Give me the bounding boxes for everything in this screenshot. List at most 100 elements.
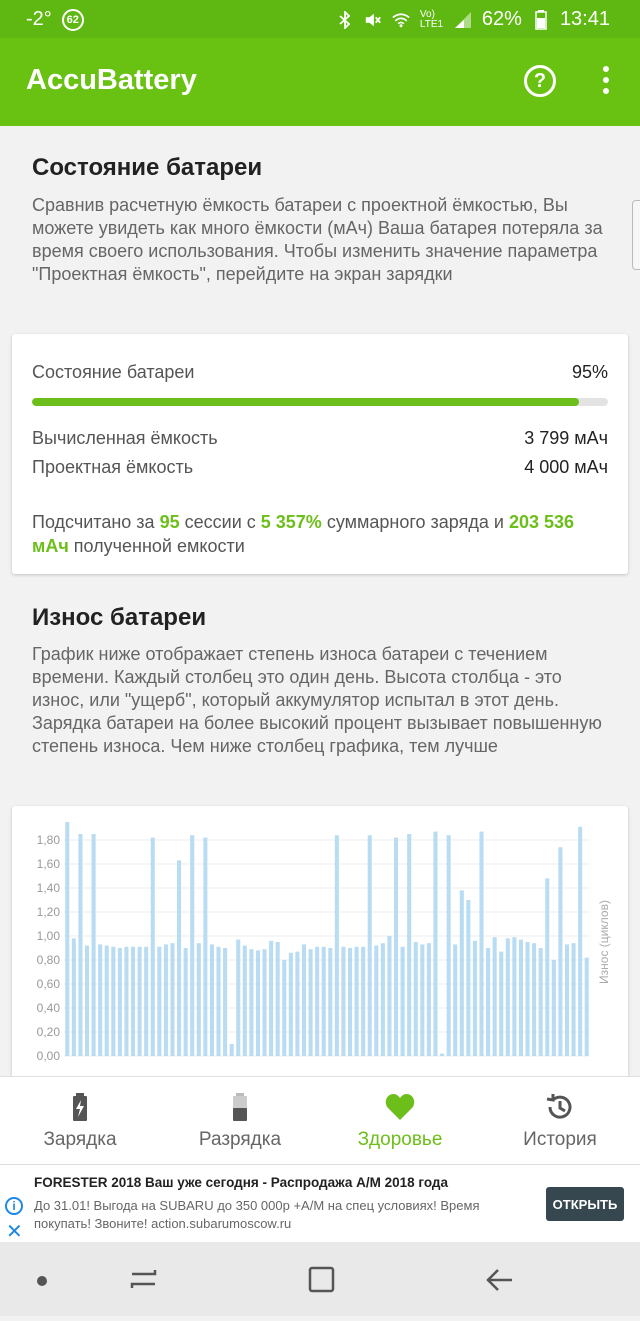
chart-bar [571,943,576,1056]
chart-y-tick-label: 0,00 [37,1049,61,1063]
bottom-navigation: Зарядка Разрядка Здоровье История [0,1076,640,1164]
health-progress-fill [32,398,580,406]
chart-bar [223,948,228,1056]
chart-bar [269,940,274,1056]
chart-bar [216,946,221,1056]
chart-bar [413,942,418,1056]
chart-bar [499,951,504,1056]
summary-mid1: сессии с [184,512,256,532]
chart-y-tick-label: 1,60 [37,857,61,871]
chart-bar [453,944,458,1056]
chart-bar [203,837,208,1056]
chart-bar [131,946,136,1056]
chart-bar [459,890,464,1056]
summary-mid2: суммарного заряда и [326,512,504,532]
chart-y-tick-label: 0,80 [37,953,61,967]
chart-bar [170,943,175,1056]
app-title: AccuBattery [26,64,197,96]
dot-icon[interactable] [37,1276,47,1286]
chart-bar [380,943,385,1056]
chart-y-tick-label: 0,20 [37,1025,61,1039]
chart-y-tick-label: 1,20 [37,905,61,919]
chart-bar [71,938,76,1056]
chart-bar [84,945,90,1056]
help-circle-icon[interactable]: ? [524,65,556,97]
wear-chart-card: 0,00 0,20 0,40 0,60 0,80 1,00 1,20 1,40 1,60 1,80… [12,806,628,1076]
chart-bar [341,946,346,1056]
chart-bar [492,937,497,1056]
wifi-icon [392,11,410,29]
ad-title[interactable]: FORESTER 2018 Ваш уже сегодня - Распрода… [34,1175,448,1190]
nav-health[interactable]: Здоровье [320,1077,480,1164]
chart-bar [144,946,149,1056]
nav-charging[interactable]: Зарядка [0,1077,160,1164]
ad-banner[interactable]: i ✕ FORESTER 2018 Ваш уже сегодня - Расп… [0,1164,640,1244]
chart-bar [558,847,563,1056]
chart-bar [433,831,438,1056]
battery-status-icon [532,9,550,30]
chart-bar [78,834,83,1056]
chart-bar [525,942,530,1056]
nav-history-label: История [523,1129,597,1150]
chart-bar [315,946,320,1056]
chart-bar [98,944,103,1056]
chart-bar [394,837,399,1056]
health-label: Состояние батареи [32,362,195,382]
chart-bar [124,946,129,1056]
info-icon[interactable]: i [5,1197,23,1215]
chart-bar [367,835,372,1056]
chart-bar [308,949,313,1056]
sessions-count: 95 [159,512,180,532]
chart-bar [137,946,142,1056]
heart-icon [385,1094,415,1120]
chart-bar [512,937,517,1056]
close-icon[interactable]: ✕ [6,1219,23,1244]
battery-icon [233,1093,247,1121]
chart-bar [578,826,583,1056]
chart-bar [183,948,188,1056]
estimated-capacity-label: Вычисленная ёмкость [32,428,218,448]
chart-bar [190,835,195,1056]
chart-y-axis-label: Износ (циклов) [597,900,611,984]
bluetooth-icon [336,10,354,29]
home-icon[interactable] [308,1266,335,1293]
health-card: Состояние батареи 95% Вычисленная ёмкост… [12,334,628,574]
wear-section-description: График ниже отображает степень износа ба… [32,644,602,756]
nav-history[interactable]: История [480,1077,640,1164]
wear-chart: 0,00 0,20 0,40 0,60 0,80 1,00 1,20 1,40 1,60 1,80… [37,822,611,1063]
chart-bar [387,936,392,1056]
chart-bar [374,945,379,1056]
nav-health-label: Здоровье [357,1129,443,1150]
chart-bar [486,948,491,1056]
chart-bar [426,943,431,1056]
back-icon[interactable] [486,1269,512,1291]
charge-percent: 5 357% [260,512,322,532]
chart-bar [532,943,537,1056]
design-capacity-label: Проектная ёмкость [32,457,194,477]
chart-bar [472,940,477,1056]
app-bar: AccuBattery ? [0,38,640,126]
chart-bar [209,944,214,1056]
chart-bar [150,837,155,1056]
estimated-capacity-value: 3 799 мАч [524,428,608,448]
chart-bar [479,831,484,1056]
sessions-summary: Подсчитано за 95 сессии с 5 357% суммарн… [32,510,602,558]
chart-bar [301,944,307,1056]
temperature-text: -2° [26,8,52,30]
chart-bar [117,948,122,1056]
chart-bar [354,946,359,1056]
clock-text: 13:41 [559,8,610,30]
ad-body[interactable]: До 31.01! Выгода на SUBARU до 350 000р +… [34,1197,530,1233]
chart-bar [446,835,451,1056]
more-vert-icon[interactable] [596,66,616,96]
recents-icon[interactable] [130,1270,157,1288]
chart-bar [262,949,267,1056]
chart-bar [249,949,254,1056]
summary-suffix: полученной емкости [73,536,245,556]
nav-charging-label: Зарядка [43,1129,117,1150]
main-content[interactable]: Состояние батареи Сравнив расчетную ёмко… [0,126,640,1076]
ad-open-button[interactable]: ОТКРЫТЬ [546,1187,624,1221]
chart-bar [505,938,510,1056]
nav-discharging[interactable]: Разрядка [160,1077,320,1164]
chart-bar [255,950,260,1056]
